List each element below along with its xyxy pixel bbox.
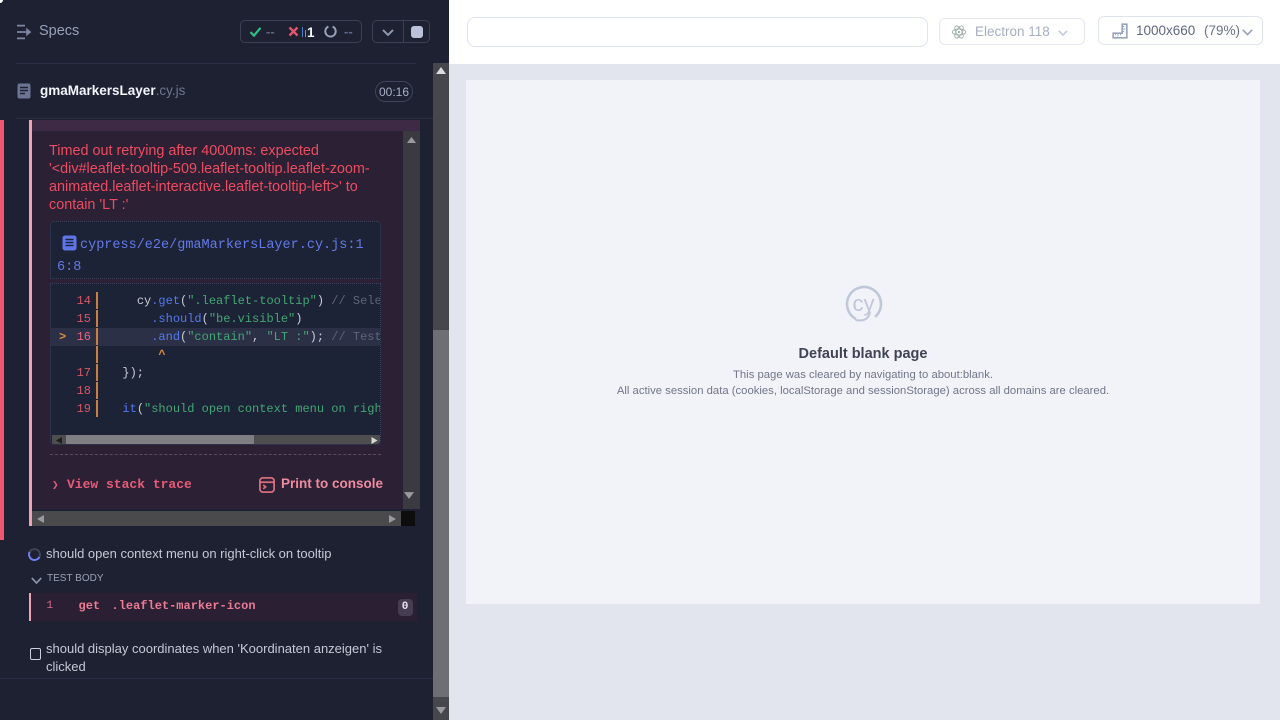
svg-text:cy: cy [853, 291, 875, 316]
